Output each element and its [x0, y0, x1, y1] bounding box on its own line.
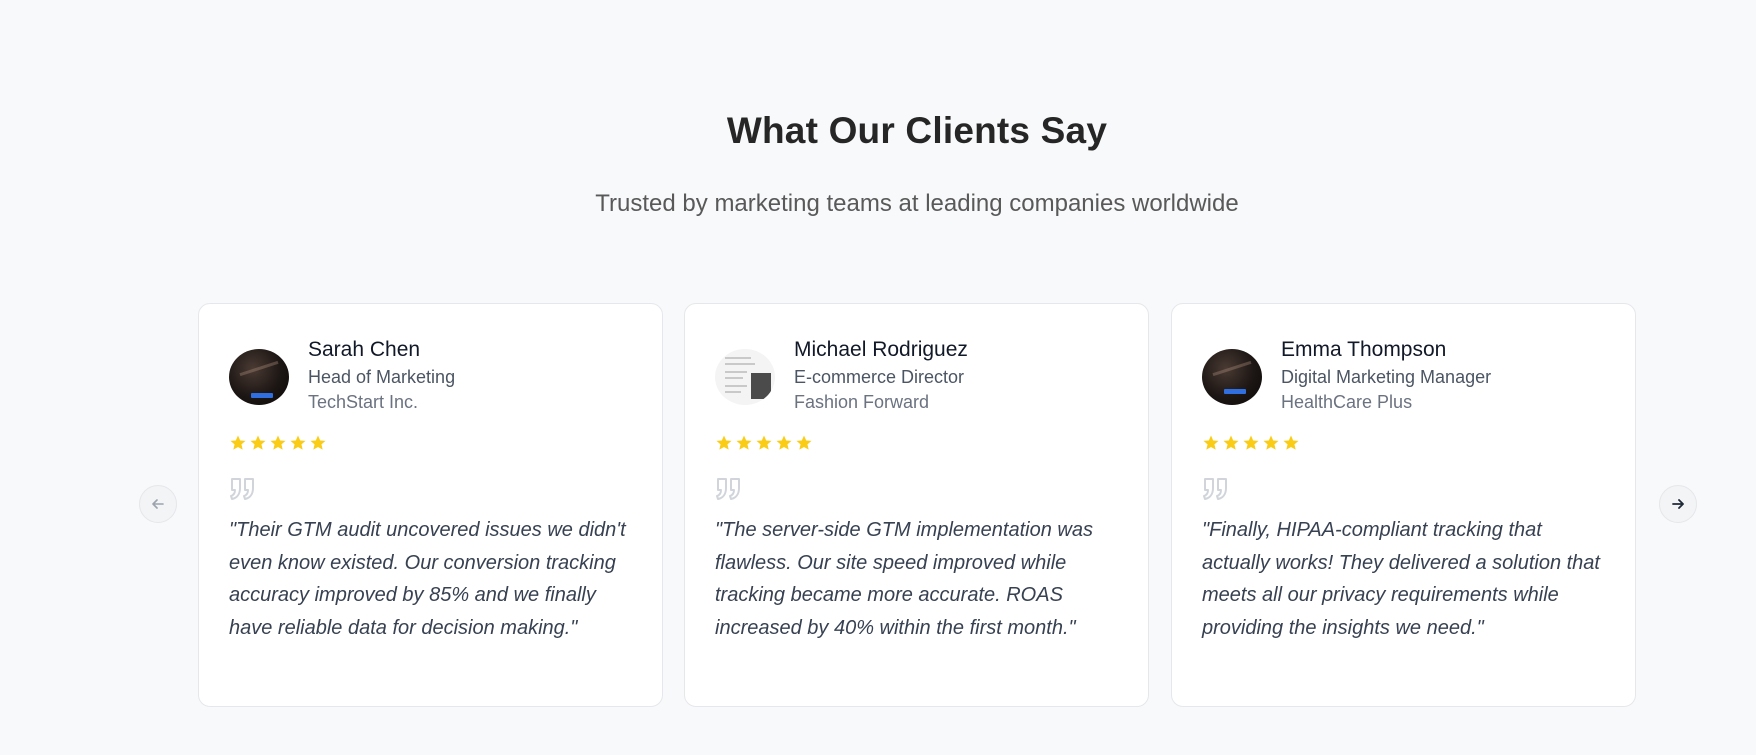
avatar: [1202, 349, 1262, 405]
star-rating: [229, 434, 327, 452]
quote-icon: [230, 478, 254, 500]
testimonial-card: Emma Thompson Digital Marketing Manager …: [1171, 303, 1636, 707]
arrow-left-icon: [152, 499, 164, 509]
star-icon: [250, 435, 266, 450]
star-icon: [716, 435, 732, 450]
star-rating: [715, 434, 813, 452]
testimonial-quote: "Their GTM audit uncovered issues we did…: [229, 519, 626, 639]
star-icon: [230, 435, 246, 450]
star-icon: [796, 435, 812, 450]
star-icon: [736, 435, 752, 450]
person-role: Digital Marketing Manager: [1281, 367, 1492, 387]
arrow-right-icon: [1672, 499, 1684, 509]
person-company: TechStart Inc.: [308, 392, 419, 412]
star-icon: [310, 435, 326, 450]
person-company: HealthCare Plus: [1281, 392, 1413, 412]
quote-icon: [716, 478, 740, 500]
star-icon: [1223, 435, 1239, 450]
next-button[interactable]: [1659, 485, 1697, 523]
testimonial-card: Michael Rodriguez E-commerce Director Fa…: [684, 303, 1149, 707]
star-icon: [290, 435, 306, 450]
avatar: [715, 349, 775, 405]
previous-button[interactable]: [139, 485, 177, 523]
person-role: E-commerce Director: [794, 367, 965, 387]
person-name: Emma Thompson: [1281, 338, 1447, 361]
star-icon: [1283, 435, 1299, 450]
person-name: Michael Rodriguez: [794, 338, 968, 361]
star-icon: [756, 435, 772, 450]
testimonial-quote: "The server-side GTM implementation was …: [715, 519, 1093, 639]
person-role: Head of Marketing: [308, 367, 456, 387]
quote-icon: [1203, 478, 1227, 500]
avatar: [229, 349, 289, 405]
star-icon: [776, 435, 792, 450]
section-title: What Our Clients Say: [726, 110, 1108, 151]
star-icon: [1243, 435, 1259, 450]
person-company: Fashion Forward: [794, 392, 930, 412]
star-icon: [1203, 435, 1219, 450]
testimonial-carousel: Sarah Chen Head of Marketing TechStart I…: [0, 303, 1756, 707]
person-name: Sarah Chen: [308, 338, 421, 361]
star-icon: [1263, 435, 1279, 450]
star-icon: [270, 435, 286, 450]
testimonial-card: Sarah Chen Head of Marketing TechStart I…: [198, 303, 663, 707]
star-rating: [1202, 434, 1300, 452]
section-subtitle: Trusted by marketing teams at leading co…: [595, 190, 1239, 217]
testimonial-quote: "Finally, HIPAA-compliant tracking that …: [1202, 519, 1600, 639]
